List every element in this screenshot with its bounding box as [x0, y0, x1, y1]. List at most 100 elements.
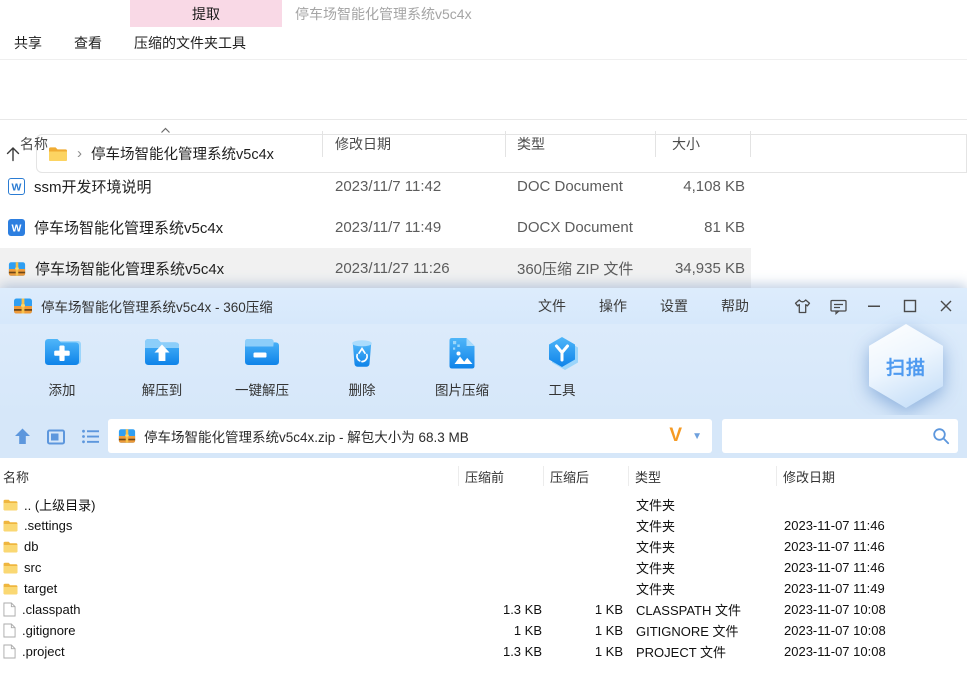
- archive-entry-row[interactable]: .classpath 1.3 KB 1 KB CLASSPATH 文件 2023-11-…: [0, 599, 967, 620]
- file-type: DOCX Document: [517, 219, 633, 236]
- zip-column-size-before[interactable]: 压缩前: [465, 458, 542, 494]
- panel-view-icon[interactable]: [46, 427, 66, 447]
- column-divider[interactable]: [322, 131, 323, 157]
- minimize-icon[interactable]: [861, 293, 887, 319]
- zip-app-window: 停车场智能化管理系统v5c4x - 360压缩 文件 操作 设置 帮助 添加 解压到 一键…: [0, 288, 967, 682]
- entry-type: 文件夹: [636, 561, 676, 576]
- skin-icon[interactable]: [789, 293, 815, 319]
- zip-column-size-after[interactable]: 压缩后: [542, 458, 623, 494]
- file-date: 2023/11/7 11:49: [335, 219, 442, 236]
- folder-yellow-icon: [3, 499, 18, 511]
- archive-entry-row[interactable]: target 文件夹 2023-11-07 11:49: [0, 578, 967, 599]
- entry-date: 2023-11-07 11:46: [784, 539, 885, 554]
- toolbar-button-add[interactable]: 添加: [14, 324, 110, 415]
- delete-icon: [340, 331, 384, 375]
- feedback-icon[interactable]: [825, 293, 851, 319]
- explorer-menu-item-2[interactable]: 压缩的文件夹工具: [134, 33, 246, 53]
- file-name-cell: W 停车场智能化管理系统v5c4x: [0, 217, 322, 238]
- column-divider[interactable]: [628, 466, 629, 486]
- toolbar-button-extract-to[interactable]: 解压到: [114, 324, 210, 415]
- archive-entry-row[interactable]: db 文件夹 2023-11-07 11:46: [0, 536, 967, 557]
- file-size: 4,108 KB: [683, 178, 745, 195]
- zip-column-date[interactable]: 修改日期: [783, 458, 967, 494]
- file-row[interactable]: W 停车场智能化管理系统v5c4x 2023/11/7 11:49 DOCX Docu…: [0, 207, 751, 248]
- file-name-cell: Wssm开发环境说明: [0, 176, 322, 197]
- dropdown-caret-icon[interactable]: ▼: [692, 431, 702, 442]
- toolbar-button-label: 添加: [48, 383, 76, 398]
- toolbar-button-one-click-extract[interactable]: 一键解压: [214, 324, 310, 415]
- entry-name: src: [24, 560, 42, 575]
- sort-ascending-icon[interactable]: [160, 127, 171, 134]
- file-name: ssm开发环境说明: [34, 179, 152, 196]
- zip-menu-item-3[interactable]: 帮助: [721, 296, 749, 316]
- v-logo-icon[interactable]: V: [669, 425, 682, 447]
- archive-entry-row[interactable]: .project 1.3 KB 1 KB PROJECT 文件 2023-11-07 1…: [0, 641, 967, 662]
- column-header-size[interactable]: 大小: [655, 127, 751, 161]
- toolbar-button-delete[interactable]: 删除: [314, 324, 410, 415]
- file-name: 停车场智能化管理系统v5c4x: [35, 261, 225, 278]
- svg-text:W: W: [12, 223, 22, 235]
- column-header-date[interactable]: 修改日期: [322, 127, 505, 161]
- zip-menu-item-2[interactable]: 设置: [660, 296, 688, 316]
- zip-menu-item-0[interactable]: 文件: [538, 296, 566, 316]
- zip-toolbar: 添加 解压到 一键解压 删除 图片压缩 工具: [0, 324, 967, 415]
- toolbar-button-tools[interactable]: 工具: [514, 324, 610, 415]
- column-divider[interactable]: [543, 466, 544, 486]
- folder-yellow-icon: [3, 562, 18, 574]
- file-size: 81 KB: [704, 219, 745, 236]
- entry-type: 文件夹: [636, 582, 676, 597]
- entry-size-before: 1.3 KB: [502, 644, 542, 659]
- toolbar-button-label: 工具: [548, 383, 576, 398]
- entry-name: .classpath: [22, 602, 81, 617]
- scan-button[interactable]: 扫描: [869, 324, 943, 408]
- up-level-icon[interactable]: [12, 427, 32, 447]
- maximize-icon[interactable]: [897, 293, 923, 319]
- file-page-icon: [3, 644, 16, 659]
- file-row[interactable]: 停车场智能化管理系统v5c4x 2023/11/27 11:26 360压缩 ZIP…: [0, 248, 751, 289]
- explorer-menu-item-1[interactable]: 查看: [74, 33, 102, 53]
- entry-name: .gitignore: [22, 623, 76, 638]
- zip-entry-list: .. (上级目录) 文件夹 .settings 文件夹 2023-11-07 11:46…: [0, 494, 967, 662]
- zip-archive-icon: [8, 260, 26, 278]
- column-divider[interactable]: [505, 131, 506, 157]
- search-input[interactable]: [722, 419, 958, 453]
- column-divider[interactable]: [458, 466, 459, 486]
- file-page-icon: [3, 602, 16, 617]
- close-icon[interactable]: [933, 293, 959, 319]
- column-divider[interactable]: [776, 466, 777, 486]
- explorer-address-row: › 停车场智能化管理系统v5c4x: [0, 61, 967, 173]
- entry-date: 2023-11-07 11:46: [784, 560, 885, 575]
- tab-extract[interactable]: 提取: [130, 0, 282, 27]
- entry-name-cell: target: [0, 581, 465, 596]
- archive-entry-row[interactable]: src 文件夹 2023-11-07 11:46: [0, 557, 967, 578]
- archive-entry-row[interactable]: .settings 文件夹 2023-11-07 11:46: [0, 515, 967, 536]
- explorer-menu-item-0[interactable]: 共享: [14, 33, 42, 53]
- explorer-list-header: 名称 修改日期 类型 大小: [0, 127, 751, 161]
- archive-entry-row[interactable]: .gitignore 1 KB 1 KB GITIGNORE 文件 2023-11-07…: [0, 620, 967, 641]
- archive-path-bar[interactable]: 停车场智能化管理系统v5c4x.zip - 解包大小为 68.3 MB V ▼: [108, 419, 712, 453]
- file-page-icon: [3, 623, 16, 638]
- entry-date: 2023-11-07 10:08: [784, 602, 886, 617]
- toolbar-button-image-compress[interactable]: 图片压缩: [414, 324, 510, 415]
- svg-text:W: W: [12, 182, 22, 194]
- archive-entry-row[interactable]: .. (上级目录) 文件夹: [0, 494, 967, 515]
- zip-column-name[interactable]: 名称: [0, 458, 465, 494]
- file-row[interactable]: Wssm开发环境说明 2023/11/7 11:42 DOC Document 4,1…: [0, 166, 751, 207]
- file-date: 2023/11/7 11:42: [335, 178, 442, 195]
- column-divider[interactable]: [655, 131, 656, 157]
- zip-menu-item-1[interactable]: 操作: [599, 296, 627, 316]
- entry-size-before: 1 KB: [513, 623, 542, 638]
- column-header-type[interactable]: 类型: [505, 127, 655, 161]
- entry-name-cell: .project: [0, 644, 465, 659]
- zip-column-type[interactable]: 类型: [635, 458, 783, 494]
- list-view-icon[interactable]: [80, 427, 100, 447]
- file-type: DOC Document: [517, 178, 623, 195]
- zip-address-row: 停车场智能化管理系统v5c4x.zip - 解包大小为 68.3 MB V ▼: [0, 415, 967, 458]
- zip-app-icon: [13, 296, 33, 316]
- toolbar-button-label: 解压到: [141, 383, 183, 398]
- zip-list-header: 名称 压缩前 压缩后 类型 修改日期: [0, 458, 967, 494]
- entry-name: .project: [22, 644, 65, 659]
- search-box: [722, 419, 958, 453]
- column-divider[interactable]: [750, 131, 751, 157]
- zip-menubar: 文件 操作 设置 帮助: [538, 288, 749, 324]
